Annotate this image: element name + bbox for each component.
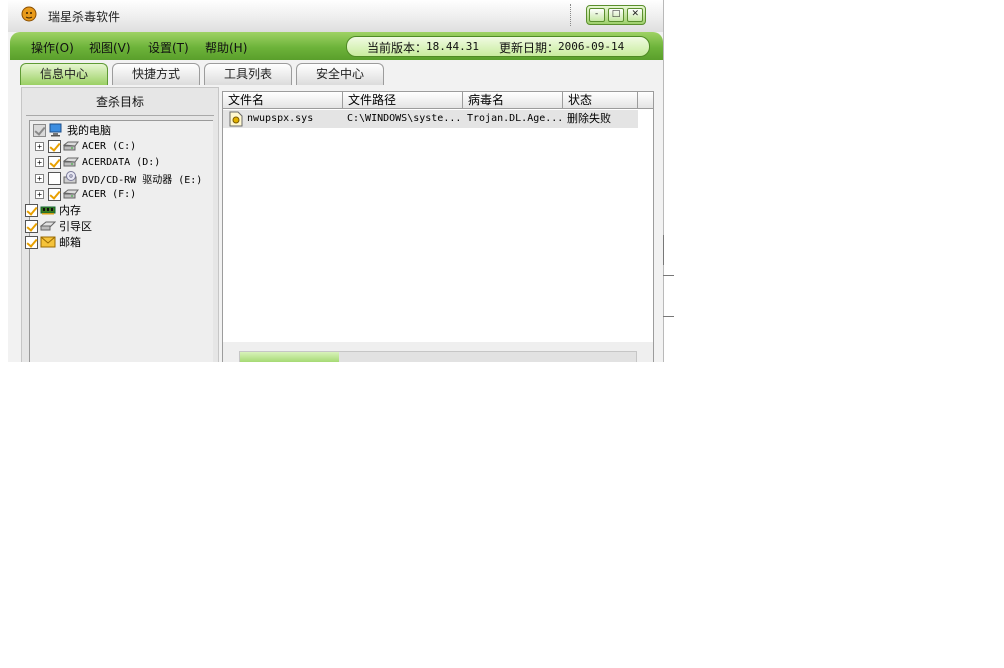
mailbox-checkbox[interactable] [25, 235, 38, 249]
version-label: 当前版本： [367, 41, 428, 55]
hard-drive-icon [63, 189, 79, 199]
tab-security-center[interactable]: 安全中心 [296, 63, 384, 85]
scan-targets-title: 查杀目标 [95, 95, 144, 109]
cell-file-path: C:\WINDOWS\syste... [347, 113, 461, 124]
title-separator [570, 4, 572, 26]
computer-icon [49, 123, 62, 137]
tree-node-drive-f[interactable]: + ACER (F:) [35, 186, 136, 202]
menu-operate[interactable]: 操作(O) [31, 39, 74, 56]
tab-bar: 信息中心 快捷方式 工具列表 安全中心 [8, 60, 663, 87]
maximize-button[interactable]: □ [607, 8, 624, 22]
hard-drive-icon [63, 157, 79, 167]
cell-file-name: nwupspx.sys [247, 113, 314, 124]
mailbox-label: 邮箱 [59, 236, 81, 249]
my-computer-checkbox[interactable] [33, 123, 46, 137]
scan-progress-area [223, 342, 653, 362]
system-file-icon [229, 111, 243, 127]
tree-node-drive-d[interactable]: + ACERDATA (D:) [35, 154, 160, 170]
tab-tool-list[interactable]: 工具列表 [204, 63, 292, 85]
version-value: 18.44.31 [426, 40, 479, 53]
scan-targets-panel: 查杀目标 我的电脑 + ACER (C:) + ACERDATA (D:) + … [21, 87, 219, 362]
drive-e-checkbox[interactable] [48, 171, 61, 185]
column-header-filler [638, 92, 653, 109]
cell-virus-name: Trojan.DL.Age... [467, 113, 561, 124]
version-info: 当前版本： 18.44.31 更新日期： 2006-09-14 [346, 36, 650, 57]
desktop-edge-line [663, 316, 674, 317]
column-header-status[interactable]: 状态 [563, 92, 638, 109]
my-computer-label: 我的电脑 [67, 124, 111, 137]
scan-progress-fill [240, 352, 339, 362]
update-date-value: 2006-09-14 [558, 40, 625, 53]
scan-results-panel: 文件名 文件路径 病毒名 状态 nwupspx.sys C:\WINDOWS\s… [222, 91, 654, 362]
window-controls: - □ ✕ [586, 5, 646, 25]
tree-node-my-computer[interactable]: 我的电脑 [33, 122, 111, 138]
drive-f-label: ACER (F:) [82, 188, 137, 200]
cd-drive-icon [63, 171, 77, 184]
mailbox-icon [40, 236, 56, 248]
title-bar: 瑞星杀毒软件 - □ ✕ [8, 0, 663, 32]
scan-progress-bar [239, 351, 637, 362]
drive-f-checkbox[interactable] [48, 187, 61, 201]
boot-sector-label: 引导区 [59, 220, 92, 233]
tree-node-mailbox[interactable]: 邮箱 [25, 234, 81, 250]
tree-node-drive-e[interactable]: + DVD/CD-RW 驱动器 (E:) [35, 170, 202, 186]
drive-d-checkbox[interactable] [48, 155, 61, 169]
minimize-button[interactable]: - [588, 8, 605, 22]
menu-bar: 操作(O) 视图(V) 设置(T) 帮助(H) 当前版本： 18.44.31 更… [10, 32, 663, 60]
hard-drive-icon [63, 141, 79, 151]
column-header-file-path[interactable]: 文件路径 [343, 92, 463, 109]
scan-target-tree: 我的电脑 + ACER (C:) + ACERDATA (D:) + DVD/C… [25, 120, 213, 362]
expand-icon[interactable]: + [35, 189, 44, 199]
expand-icon[interactable]: + [35, 141, 44, 151]
drive-c-checkbox[interactable] [48, 139, 61, 153]
drive-d-label: ACERDATA (D:) [82, 156, 161, 168]
panel-divider [26, 115, 214, 116]
boot-sector-checkbox[interactable] [25, 219, 38, 233]
expand-icon[interactable]: + [35, 157, 44, 167]
memory-label: 内存 [59, 204, 81, 217]
column-header-file-name[interactable]: 文件名 [223, 92, 343, 109]
memory-icon [40, 206, 56, 215]
tree-node-boot-sector[interactable]: 引导区 [25, 218, 92, 234]
table-row[interactable]: nwupspx.sys C:\WINDOWS\syste... Trojan.D… [223, 110, 638, 128]
memory-checkbox[interactable] [25, 203, 38, 217]
column-header-virus-name[interactable]: 病毒名 [463, 92, 563, 109]
tree-node-drive-c[interactable]: + ACER (C:) [35, 138, 136, 154]
drive-c-label: ACER (C:) [82, 140, 137, 152]
app-window: 瑞星杀毒软件 - □ ✕ 操作(O) 视图(V) 设置(T) 帮助(H) 当前版… [8, 0, 664, 362]
cell-status: 删除失败 [567, 112, 611, 125]
tab-shortcuts[interactable]: 快捷方式 [112, 63, 200, 85]
window-title: 瑞星杀毒软件 [48, 10, 121, 24]
rising-lion-logo-icon [21, 6, 37, 22]
expand-icon[interactable]: + [35, 173, 44, 183]
update-date-label: 更新日期： [499, 41, 560, 55]
boot-sector-icon [40, 221, 56, 231]
drive-e-label: DVD/CD-RW 驱动器 (E:) [82, 174, 203, 186]
menu-view[interactable]: 视图(V) [89, 39, 131, 56]
tree-node-memory[interactable]: 内存 [25, 202, 81, 218]
menu-help[interactable]: 帮助(H) [205, 39, 247, 56]
menu-settings[interactable]: 设置(T) [148, 39, 189, 56]
close-button[interactable]: ✕ [627, 8, 644, 22]
desktop-edge-line [663, 275, 674, 276]
desktop-edge-line [663, 235, 664, 265]
tab-info-center[interactable]: 信息中心 [20, 63, 108, 85]
